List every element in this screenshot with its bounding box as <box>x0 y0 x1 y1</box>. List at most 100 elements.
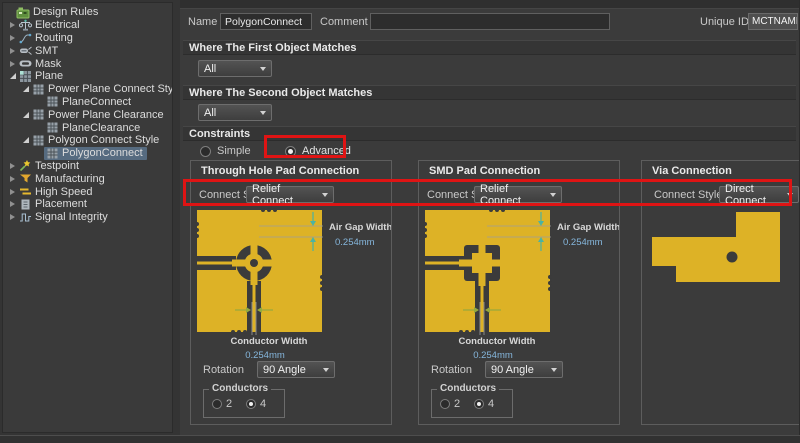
chevron-down-icon <box>787 193 793 197</box>
conductors-2-radio[interactable] <box>212 399 222 409</box>
expand-arrow[interactable] <box>8 189 17 195</box>
expand-arrow[interactable] <box>8 22 17 28</box>
rules-tree-panel: Design RulesElectricalRoutingSMTMaskPlan… <box>2 2 173 433</box>
chevron-down-icon <box>323 368 329 372</box>
tree-item-testpoint[interactable]: Testpoint <box>3 160 172 173</box>
expand-arrow[interactable] <box>8 61 17 67</box>
design-rules-icon <box>16 6 30 19</box>
expand-arrow[interactable] <box>8 176 17 182</box>
design-rules-dialog: Design RulesElectricalRoutingSMTMaskPlan… <box>0 0 800 443</box>
tree-item-power-plane-connect-style[interactable]: Power Plane Connect Style <box>3 83 172 96</box>
via-direct-connect-diagram <box>646 207 798 299</box>
advanced-radio[interactable] <box>285 146 296 157</box>
rule-icon <box>45 95 59 108</box>
conductors-label: Conductors <box>437 383 499 394</box>
expand-arrow[interactable] <box>21 86 30 92</box>
smd-relief-diagram: Air Gap Width 0.254mm Conductor Width 0.… <box>421 207 619 361</box>
connect-style-value: Direct Connect <box>725 183 781 207</box>
conductor-width-value: 0.254mm <box>245 350 285 361</box>
tree-item-label: Manufacturing <box>35 173 105 185</box>
expand-arrow[interactable] <box>21 137 30 143</box>
rule-type-icon <box>31 108 45 121</box>
electrical-icon <box>18 19 32 32</box>
comment-input[interactable] <box>370 13 610 30</box>
expand-arrow[interactable] <box>8 48 17 54</box>
tree-item-label: Polygon Connect Style <box>48 134 159 146</box>
simple-radio[interactable] <box>200 146 211 157</box>
rotation-label: Rotation <box>203 364 244 376</box>
tree-item-signal-integrity[interactable]: Signal Integrity <box>3 211 172 224</box>
testpoint-icon <box>18 159 32 172</box>
chevron-down-icon <box>260 111 266 115</box>
rule-icon <box>45 147 59 160</box>
tree-item-routing[interactable]: Routing <box>3 32 172 45</box>
connect-style-value: Relief Connect <box>480 183 544 207</box>
connect-style-dropdown[interactable]: Direct Connect <box>719 186 799 203</box>
rule-icon <box>45 121 59 134</box>
conductors-label: Conductors <box>209 383 271 394</box>
expand-arrow[interactable] <box>8 73 17 79</box>
tree-item-smt[interactable]: SMT <box>3 44 172 57</box>
rotation-label: Rotation <box>431 364 472 376</box>
conductors-4-label: 4 <box>488 398 494 410</box>
chevron-down-icon <box>322 193 328 197</box>
tree-item-label: PlaneConnect <box>62 96 131 108</box>
tree-item-mask[interactable]: Mask <box>3 57 172 70</box>
tree-item-label: Testpoint <box>35 160 79 172</box>
design-rules-tree: Design RulesElectricalRoutingSMTMaskPlan… <box>3 3 172 224</box>
tree-item-high-speed[interactable]: High Speed <box>3 185 172 198</box>
tree-item-polygonconnect[interactable]: PolygonConnect <box>3 147 172 160</box>
connect-style-dropdown[interactable]: Relief Connect <box>474 186 562 203</box>
first-object-scope-dropdown[interactable]: All <box>198 60 272 77</box>
conductors-2-label: 2 <box>454 398 460 410</box>
expand-arrow[interactable] <box>8 35 17 41</box>
conductors-2-label: 2 <box>226 398 232 410</box>
high-speed-icon <box>18 185 32 198</box>
tree-item-polygon-connect-style[interactable]: Polygon Connect Style <box>3 134 172 147</box>
tree-item-placement[interactable]: Placement <box>3 198 172 211</box>
tree-item-planeconnect[interactable]: PlaneConnect <box>3 96 172 109</box>
pane-top-strip <box>180 0 800 9</box>
connect-style-label: Connect Style <box>654 189 722 201</box>
conductors-4-label: 4 <box>260 398 266 410</box>
tree-item-design-rules[interactable]: Design Rules <box>3 6 172 19</box>
connect-style-dropdown[interactable]: Relief Connect <box>246 186 334 203</box>
rotation-dropdown[interactable]: 90 Angle <box>485 361 563 378</box>
name-input[interactable] <box>220 13 312 30</box>
tree-item-electrical[interactable]: Electrical <box>3 19 172 32</box>
connect-style-value: Relief Connect <box>252 183 316 207</box>
constraints-header: Constraints <box>183 126 796 141</box>
air-gap-width-label: Air Gap Width <box>557 222 619 233</box>
expand-arrow[interactable] <box>8 214 17 220</box>
tree-item-manufacturing[interactable]: Manufacturing <box>3 172 172 185</box>
tree-item-label: Power Plane Clearance <box>48 109 164 121</box>
tree-item-power-plane-clearance[interactable]: Power Plane Clearance <box>3 108 172 121</box>
unique-id-value: MCTNAMFK <box>748 13 798 30</box>
through-hole-relief-diagram: Air Gap Width 0.254mm Conductor Width 0.… <box>193 207 391 361</box>
signal-integrity-icon <box>18 211 32 224</box>
second-object-matches-header: Where The Second Object Matches <box>183 85 796 100</box>
chevron-down-icon <box>260 67 266 71</box>
air-gap-width-value: 0.254mm <box>563 237 603 248</box>
air-gap-width-value: 0.254mm <box>335 237 375 248</box>
tree-item-label: Placement <box>35 198 87 210</box>
air-gap-width-label: Air Gap Width <box>329 222 391 233</box>
expand-arrow[interactable] <box>21 112 30 118</box>
expand-arrow[interactable] <box>8 163 17 169</box>
manufacturing-icon <box>18 172 32 185</box>
tree-item-plane[interactable]: Plane <box>3 70 172 83</box>
tree-item-planeclearance[interactable]: PlaneClearance <box>3 121 172 134</box>
tree-item-label: PlaneClearance <box>62 122 140 134</box>
rotation-dropdown[interactable]: 90 Angle <box>257 361 335 378</box>
conductors-2-radio[interactable] <box>440 399 450 409</box>
conductors-group: Conductors 2 4 <box>431 389 513 418</box>
conductors-group: Conductors 2 4 <box>203 389 285 418</box>
conductor-width-label: Conductor Width <box>459 336 536 347</box>
conductors-4-radio[interactable] <box>474 399 484 409</box>
rule-type-icon <box>31 83 45 96</box>
expand-arrow[interactable] <box>8 201 17 207</box>
panel-title: Via Connection <box>652 165 732 177</box>
through-hole-pad-connection-panel: Through Hole Pad Connection Connect Styl… <box>190 160 392 425</box>
conductors-4-radio[interactable] <box>246 399 256 409</box>
second-object-scope-dropdown[interactable]: All <box>198 104 272 121</box>
